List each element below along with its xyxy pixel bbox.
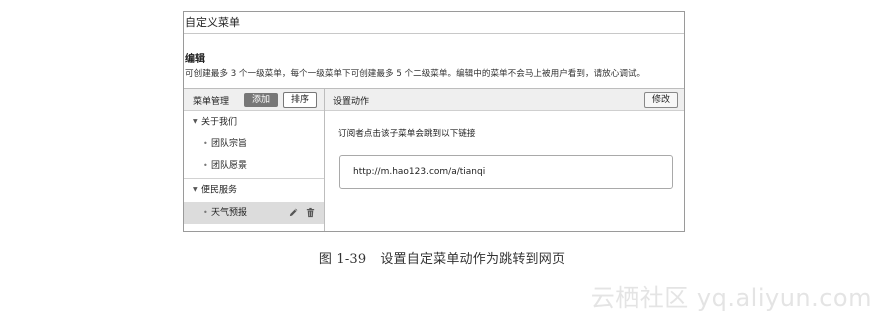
sort-menu-button[interactable]: 排序 [283,92,317,108]
menu-management-column: 菜单管理 添加 排序 ▼ 关于我们 • 团队宗旨 • 团队愿景 ▼ 便民服务 • 天气预报 [184,89,325,231]
menu-group-about-us[interactable]: ▼ 关于我们 [184,111,324,133]
menu-group-label: 便民服务 [201,185,238,196]
figure-number: 图 1-39 [318,252,367,267]
bullet-icon: • [203,161,208,170]
figure-caption: 图 1-39 设置自定菜单动作为跳转到网页 [0,248,884,267]
action-settings-label: 设置动作 [333,97,370,107]
bullet-icon: • [203,208,208,217]
trash-icon[interactable] [305,207,316,218]
menu-item-label: 团队宗旨 [211,139,248,149]
caret-down-icon: ▼ [193,118,198,125]
figure-caption-text: 设置自定菜单动作为跳转到网页 [380,252,566,267]
section-title: 编辑 [185,54,205,65]
menu-item-weather-forecast[interactable]: • 天气预报 [184,202,324,224]
custom-menu-window: 自定义菜单 编辑 可创建最多 3 个一级菜单，每个一级菜单下可创建最多 5 个二… [183,11,685,232]
menu-editor-panel: 菜单管理 添加 排序 ▼ 关于我们 • 团队宗旨 • 团队愿景 ▼ 便民服务 • 天气预报 [184,88,684,231]
url-field[interactable]: http://m.hao123.com/a/tianqi [339,155,673,189]
edit-action-button[interactable]: 修改 [644,92,678,108]
window-title: 自定义菜单 [184,12,684,34]
redirect-hint: 订阅者点击该子菜单会跳到以下链接 [338,129,476,139]
bullet-icon: • [203,139,208,148]
menu-item-team-vision[interactable]: • 团队愿景 [184,155,324,177]
menu-management-label: 菜单管理 [193,97,230,107]
menu-item-label: 天气预报 [211,208,248,218]
section-description: 可创建最多 3 个一级菜单，每个一级菜单下可创建最多 5 个二级菜单。编辑中的菜… [185,69,646,79]
menu-item-label: 团队愿景 [211,161,248,171]
watermark: 云栖社区 yq.aliyun.com [590,284,872,312]
menu-group-public-services[interactable]: ▼ 便民服务 [184,179,324,201]
action-settings-header: 设置动作 修改 [325,89,684,111]
menu-group-label: 关于我们 [201,117,238,128]
menu-management-header: 菜单管理 添加 排序 [184,89,324,111]
caret-down-icon: ▼ [193,186,198,193]
action-settings-column: 设置动作 修改 订阅者点击该子菜单会跳到以下链接 http://m.hao123… [325,89,684,231]
add-menu-button[interactable]: 添加 [244,93,278,107]
pencil-icon[interactable] [288,207,299,218]
menu-item-team-mission[interactable]: • 团队宗旨 [184,133,324,155]
